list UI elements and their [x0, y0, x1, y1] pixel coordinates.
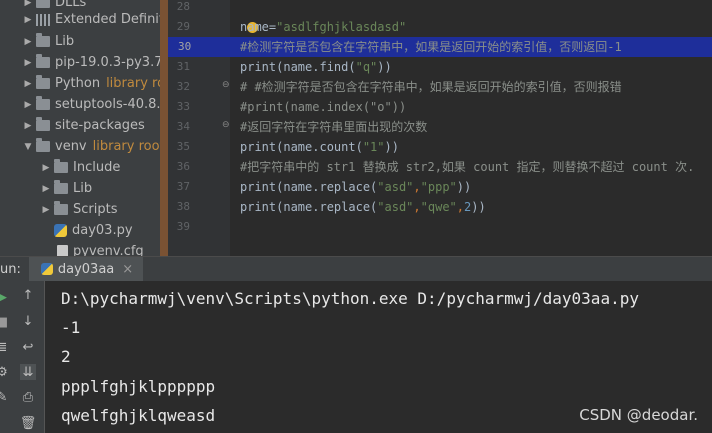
print-icon[interactable]: ⎙	[20, 389, 36, 405]
code-editor[interactable]: name="asdlfghjklasdasd" #检测字符是否包含在字符串中，如…	[230, 0, 712, 256]
folder-icon	[36, 0, 50, 8]
soft-wrap-icon[interactable]: ↩	[20, 339, 36, 355]
layout-icon[interactable]: ≣	[0, 339, 10, 355]
tree-item-day03[interactable]: day03.py	[52, 220, 133, 241]
line-number-current: 30	[168, 37, 230, 57]
folder-icon	[36, 54, 50, 68]
close-icon[interactable]: ×	[122, 262, 133, 277]
tree-item-scripts[interactable]: ▶ Scripts	[40, 199, 117, 220]
tree-item-python[interactable]: ▶Pythonlibrary root	[22, 73, 160, 94]
code-line-29: name="asdlfghjklasdasd"	[240, 20, 407, 34]
fold-marker-icon[interactable]: ⊖	[222, 80, 230, 90]
tree-item-venv[interactable]: ▼ venv library root	[22, 136, 160, 157]
line-number: 34	[176, 120, 190, 133]
python-icon	[40, 263, 53, 275]
console-line: qwelfghjklqweasd	[61, 406, 216, 425]
pin-icon[interactable]: ✎	[0, 389, 10, 405]
folder-icon	[54, 180, 68, 194]
chevron-right-icon[interactable]: ▶	[40, 205, 52, 215]
line-number: 37	[176, 180, 190, 193]
python-file-icon	[54, 224, 67, 237]
watermark: CSDN @deodar.	[579, 406, 698, 424]
line-number: 28	[176, 0, 190, 13]
run-tab-day03aa[interactable]: day03aa ×	[28, 257, 144, 281]
sidebar-scrollbar[interactable]	[160, 0, 168, 256]
chevron-right-icon[interactable]: ▶	[22, 58, 34, 68]
chevron-right-icon[interactable]: ▶	[22, 15, 34, 25]
folder-icon	[54, 159, 68, 173]
chevron-right-icon[interactable]: ▶	[22, 37, 34, 47]
line-number: 29	[176, 20, 190, 33]
line-number: 35	[176, 140, 190, 153]
folder-icon	[54, 201, 68, 215]
line-number: 38	[176, 200, 190, 213]
fold-marker-icon[interactable]: ⊖	[222, 120, 230, 130]
run-side-toolbar: ▶ ↑ ■ ↓ ≣ ↩ ⚙ ⇊ ✎ ⎙ 🗑	[0, 281, 45, 433]
chevron-right-icon[interactable]: ▶	[22, 100, 34, 110]
tree-item-venv-lib[interactable]: ▶ Lib	[40, 178, 92, 199]
settings-icon[interactable]: ⚙	[0, 364, 10, 380]
folder-icon	[36, 96, 50, 110]
line-number: 36	[176, 160, 190, 173]
chevron-right-icon[interactable]: ▶	[22, 79, 34, 89]
chevron-right-icon[interactable]: ▶	[22, 121, 34, 131]
tree-item-site-packages[interactable]: ▶ site-packages	[22, 115, 145, 136]
scroll-to-end-icon[interactable]: ⇊	[20, 364, 36, 380]
chevron-down-icon[interactable]: ▼	[22, 142, 34, 152]
trash-icon[interactable]: 🗑	[20, 415, 37, 431]
console-line: -1	[61, 318, 81, 337]
line-number: 31	[176, 60, 190, 73]
code-line-33: #print(name.index("o"))	[240, 100, 407, 114]
chevron-right-icon[interactable]: ▶	[22, 0, 34, 8]
tree-item-lib[interactable]: ▶ Lib	[22, 31, 74, 52]
arrow-down-icon[interactable]: ↓	[20, 313, 36, 329]
code-line-30: #检测字符是否包含在字符串中，如果是返回开始的索引值，否则返回-1	[230, 37, 712, 57]
console-line: ppplfghjklpppppp	[61, 377, 216, 396]
tree-item-pyvenv-cfg[interactable]: pyvenv.cfg	[52, 241, 144, 256]
folder-icon	[36, 33, 50, 47]
tree-item-extended-definitions[interactable]: ▶Extended Definitions	[22, 9, 160, 30]
run-toolbar: un: day03aa ×	[0, 256, 712, 281]
folder-icon	[36, 138, 50, 152]
folder-icon	[36, 117, 50, 131]
code-line-38: print(name.replace("asd","qwe",2))	[240, 200, 486, 214]
code-line-37: print(name.replace("asd","ppp"))	[240, 180, 472, 194]
console-line-command: D:\pycharmwj\venv\Scripts\python.exe D:/…	[61, 289, 639, 308]
code-line-34: #返回字符在字符串里面出现的次数	[240, 120, 428, 134]
editor-gutter: 28 29 30 31 32 33 34 35 36 37 38 39 ⊖ ⊖	[168, 0, 230, 256]
library-icon	[36, 13, 50, 26]
tree-item-include[interactable]: ▶ Include	[40, 157, 120, 178]
line-number: 32	[176, 80, 190, 93]
code-line-36: #把字符串中的 str1 替换成 str2,如果 count 指定，则替换不超过…	[240, 160, 695, 174]
project-tree: ▶DLLs ▶Extended Definitions ▶Lib ▶pip-19…	[0, 0, 160, 256]
file-icon	[57, 245, 68, 256]
line-number: 39	[176, 220, 190, 233]
tree-item-pip[interactable]: ▶pip-19.0.3-py3.7.egg	[22, 52, 160, 73]
folder-icon	[36, 75, 50, 89]
tree-item-setuptools[interactable]: ▶setuptools-40.8.0-py3.7.egg	[22, 94, 160, 115]
chevron-right-icon[interactable]: ▶	[40, 163, 52, 173]
chevron-right-icon[interactable]: ▶	[40, 184, 52, 194]
code-line-31: print(name.find("q"))	[240, 60, 392, 74]
stop-icon[interactable]: ■	[0, 314, 10, 330]
arrow-up-icon[interactable]: ↑	[20, 287, 36, 303]
console-line: 2	[61, 347, 71, 366]
run-label: un:	[0, 261, 21, 277]
rerun-icon[interactable]: ▶	[0, 289, 10, 305]
code-line-32: # #检测字符是否包含在字符串中，如果是返回开始的索引值，否则报错	[240, 80, 622, 94]
code-line-35: print(name.count("1"))	[240, 140, 399, 154]
line-number: 33	[176, 100, 190, 113]
